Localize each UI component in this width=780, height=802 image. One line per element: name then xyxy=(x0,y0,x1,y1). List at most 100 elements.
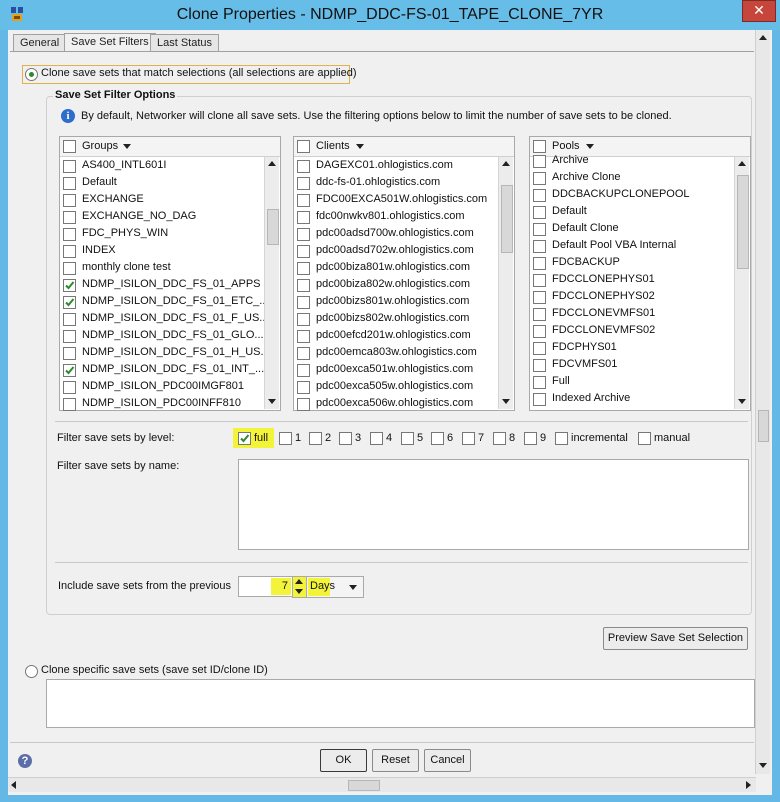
groups-item-checkbox[interactable] xyxy=(63,296,76,309)
level-manual-checkbox[interactable] xyxy=(638,432,651,445)
clients-item-checkbox[interactable] xyxy=(297,228,310,241)
chevron-down-icon[interactable] xyxy=(349,585,357,590)
specific-save-sets-label[interactable]: Clone specific save sets (save set ID/cl… xyxy=(41,664,268,676)
tab-last-status[interactable]: Last Status xyxy=(150,34,220,52)
groups-list-item[interactable]: NDMP_ISILON_PDC00IMGF801 xyxy=(60,378,260,395)
clients-list-item[interactable]: pdc00adsd700w.ohlogistics.com xyxy=(294,225,494,242)
pools-list-item[interactable]: Indexed Archive xyxy=(530,390,730,407)
groups-item-checkbox[interactable] xyxy=(63,194,76,207)
clients-list-item[interactable]: ddc-fs-01.ohlogistics.com xyxy=(294,174,494,191)
groups-list[interactable]: Groups AS400_INTL601I Default EXCHANGE EXCH… xyxy=(59,136,281,411)
groups-list-item[interactable]: NDMP_ISILON_DDC_FS_01_H_US... xyxy=(60,344,270,361)
match-selections-radio[interactable] xyxy=(25,68,38,81)
groups-item-checkbox[interactable] xyxy=(63,279,76,292)
clients-list-item[interactable]: pdc00bizs802w.ohlogistics.com xyxy=(294,310,494,327)
groups-item-checkbox[interactable] xyxy=(63,228,76,241)
pools-list-item[interactable]: FDCVMFS01 xyxy=(530,356,730,373)
close-button[interactable]: ✕ xyxy=(742,0,776,22)
level-2-checkbox[interactable] xyxy=(309,432,322,445)
groups-item-checkbox[interactable] xyxy=(63,177,76,190)
clients-list-item[interactable]: fdc00nwkv801.ohlogistics.com xyxy=(294,208,494,225)
level-9-checkbox[interactable] xyxy=(524,432,537,445)
groups-item-checkbox[interactable] xyxy=(63,211,76,224)
cancel-button[interactable]: Cancel xyxy=(424,749,471,772)
level-3-checkbox[interactable] xyxy=(339,432,352,445)
pools-list-item[interactable]: Default xyxy=(530,203,730,220)
scroll-up-icon[interactable] xyxy=(738,161,746,166)
groups-list-item[interactable]: FDC_PHYS_WIN xyxy=(60,225,260,242)
pools-item-checkbox[interactable] xyxy=(533,274,546,287)
level-incremental-checkbox[interactable] xyxy=(555,432,568,445)
chevron-down-icon[interactable] xyxy=(586,144,594,149)
clients-list-item[interactable]: pdc00exca506w.ohlogistics.com xyxy=(294,395,494,412)
clients-item-checkbox[interactable] xyxy=(297,398,310,411)
clients-item-checkbox[interactable] xyxy=(297,194,310,207)
pools-item-checkbox[interactable] xyxy=(533,223,546,236)
scroll-thumb-horizontal[interactable] xyxy=(348,780,380,791)
clients-item-checkbox[interactable] xyxy=(297,279,310,292)
scroll-up-icon[interactable] xyxy=(502,161,510,166)
groups-item-checkbox[interactable] xyxy=(63,330,76,343)
groups-item-checkbox[interactable] xyxy=(63,398,76,411)
pools-item-checkbox[interactable] xyxy=(533,189,546,202)
clients-list-item[interactable]: pdc00biza802w.ohlogistics.com xyxy=(294,276,494,293)
reset-button[interactable]: Reset xyxy=(372,749,419,772)
days-count-stepper[interactable] xyxy=(292,576,307,598)
clients-item-checkbox[interactable] xyxy=(297,177,310,190)
scroll-up-icon[interactable] xyxy=(268,161,276,166)
groups-item-checkbox[interactable] xyxy=(63,262,76,275)
groups-select-all-checkbox[interactable] xyxy=(63,140,76,153)
scroll-thumb[interactable] xyxy=(758,410,769,442)
clients-item-checkbox[interactable] xyxy=(297,262,310,275)
pools-item-checkbox[interactable] xyxy=(533,240,546,253)
groups-item-checkbox[interactable] xyxy=(63,245,76,258)
scroll-left-icon[interactable] xyxy=(11,781,16,789)
pools-list-item[interactable]: FDCCLONEPHYS02 xyxy=(530,288,730,305)
help-icon[interactable]: ? xyxy=(18,754,32,768)
clients-list-item[interactable]: pdc00exca505w.ohlogistics.com xyxy=(294,378,494,395)
chevron-down-icon[interactable] xyxy=(356,144,364,149)
pools-list[interactable]: Pools Archive Archive Clone DDCBACKUPCLONE… xyxy=(529,136,751,411)
level-full-checkbox[interactable] xyxy=(238,432,251,445)
pools-list-item[interactable]: Full xyxy=(530,373,730,390)
scroll-thumb[interactable] xyxy=(267,209,279,245)
clients-list-item[interactable]: pdc00bizs801w.ohlogistics.com xyxy=(294,293,494,310)
pools-item-checkbox[interactable] xyxy=(533,393,546,406)
clients-list-item[interactable]: pdc00adsd702w.ohlogistics.com xyxy=(294,242,494,259)
pools-item-checkbox[interactable] xyxy=(533,376,546,389)
groups-list-item[interactable]: NDMP_ISILON_PDC00INFF810 xyxy=(60,395,260,412)
pools-list-item[interactable]: Archive Clone xyxy=(530,169,730,186)
pools-item-checkbox[interactable] xyxy=(533,308,546,321)
clients-select-all-checkbox[interactable] xyxy=(297,140,310,153)
scroll-down-icon[interactable] xyxy=(738,399,746,404)
pools-list-item[interactable]: Default Pool VBA Internal xyxy=(530,237,730,254)
preview-selection-button[interactable]: Preview Save Set Selection xyxy=(603,627,748,650)
pools-item-checkbox[interactable] xyxy=(533,206,546,219)
specific-save-sets-textarea[interactable] xyxy=(46,679,755,728)
groups-item-checkbox[interactable] xyxy=(63,313,76,326)
days-count-value[interactable]: 7 xyxy=(272,580,288,592)
specific-save-sets-radio[interactable] xyxy=(25,665,38,678)
clients-header[interactable]: Clients xyxy=(294,137,514,157)
scroll-down-icon[interactable] xyxy=(268,399,276,404)
pools-item-checkbox[interactable] xyxy=(533,359,546,372)
scroll-thumb[interactable] xyxy=(737,175,749,269)
clients-scrollbar[interactable] xyxy=(498,157,513,409)
groups-list-item[interactable]: NDMP_ISILON_DDC_FS_01_APPS xyxy=(60,276,261,293)
name-filter-textarea[interactable] xyxy=(238,459,749,550)
pools-item-checkbox[interactable] xyxy=(533,257,546,270)
groups-list-item[interactable]: NDMP_ISILON_DDC_FS_01_INT_... xyxy=(60,361,264,378)
days-unit-select[interactable]: Days xyxy=(306,576,364,598)
groups-item-checkbox[interactable] xyxy=(63,364,76,377)
clients-item-checkbox[interactable] xyxy=(297,313,310,326)
pools-item-checkbox[interactable] xyxy=(533,342,546,355)
pools-list-item[interactable]: Default Clone xyxy=(530,220,730,237)
pools-list-item[interactable]: FDCPHYS01 xyxy=(530,339,730,356)
pools-list-item[interactable]: FDCCLONEPHYS01 xyxy=(530,271,730,288)
clients-item-checkbox[interactable] xyxy=(297,211,310,224)
scroll-down-icon[interactable] xyxy=(502,399,510,404)
groups-list-item[interactable]: monthly clone test xyxy=(60,259,260,276)
groups-scrollbar[interactable] xyxy=(264,157,279,409)
tab-general[interactable]: General xyxy=(13,34,67,52)
tab-save-set-filters[interactable]: Save Set Filters xyxy=(64,33,156,52)
